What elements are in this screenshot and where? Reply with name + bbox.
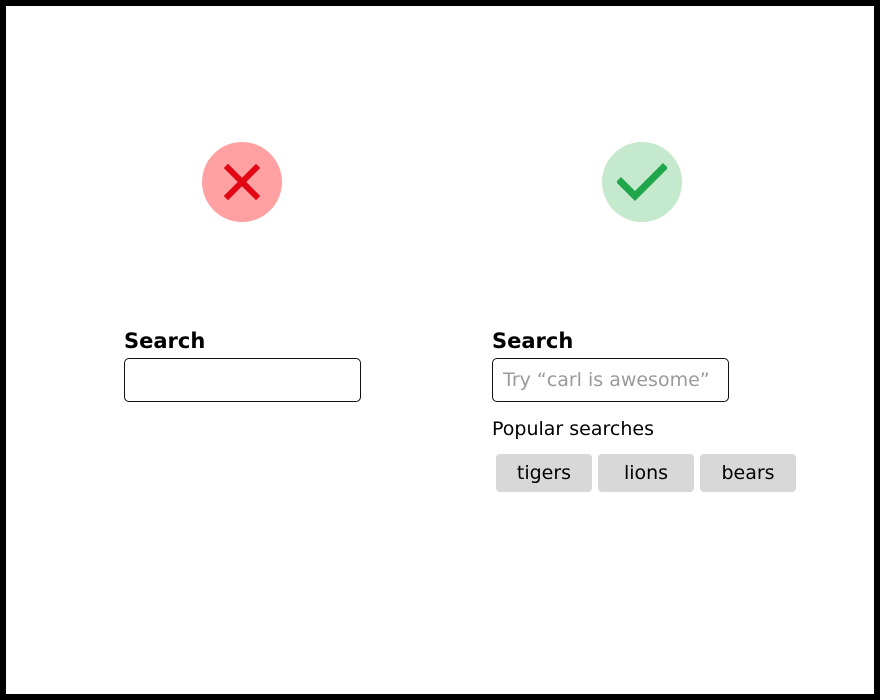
x-mark-icon — [223, 163, 261, 201]
popular-search-chip-bears[interactable]: bears — [700, 454, 796, 492]
popular-search-chip-lions[interactable]: lions — [598, 454, 694, 492]
checkmark-icon — [617, 163, 667, 201]
good-example-badge — [602, 142, 682, 222]
good-search-input[interactable] — [492, 358, 729, 402]
bad-example-badge — [202, 142, 282, 222]
popular-search-chip-tigers[interactable]: tigers — [496, 454, 592, 492]
popular-searches-list: tigers lions bears — [496, 454, 796, 492]
bad-search-input[interactable] — [124, 358, 361, 402]
good-search-label: Search — [492, 329, 574, 353]
bad-search-label: Search — [124, 329, 206, 353]
comparison-frame: Search Search Popular searches tigers li… — [0, 0, 880, 700]
popular-searches-label: Popular searches — [492, 418, 654, 440]
